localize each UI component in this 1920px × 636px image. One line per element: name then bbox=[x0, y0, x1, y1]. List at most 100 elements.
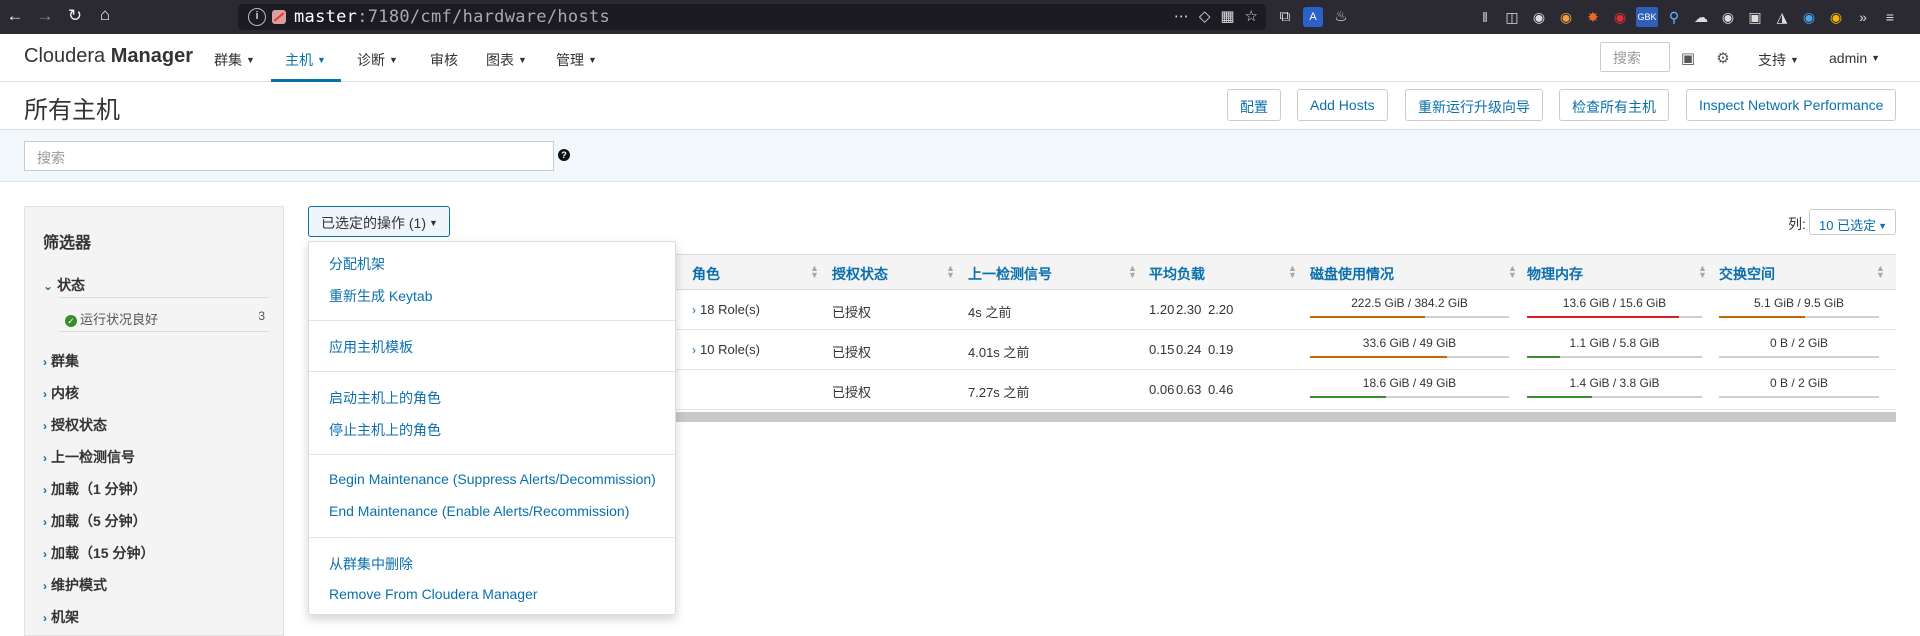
nav-administration[interactable]: 管理 ▼ bbox=[556, 50, 597, 70]
bar-fill bbox=[1719, 316, 1806, 318]
filter-section-cluster[interactable]: › 群集 bbox=[43, 351, 79, 371]
ext-box-icon[interactable]: ▣ bbox=[1744, 7, 1766, 27]
filter-section-load-15min[interactable]: › 加载（15 分钟） bbox=[43, 543, 154, 563]
running-commands-icon[interactable]: ⚙ bbox=[1714, 49, 1732, 67]
forward-icon[interactable]: → bbox=[30, 6, 60, 26]
menu-item-end-maintenance[interactable]: End Maintenance (Enable Alerts/Recommiss… bbox=[329, 503, 629, 519]
rerun-upgrade-wizard-button[interactable]: 重新运行升级向导 bbox=[1405, 89, 1543, 121]
filter-section-maintenance-mode[interactable]: › 维护模式 bbox=[43, 575, 107, 595]
menu-item-stop-roles[interactable]: 停止主机上的角色 bbox=[329, 420, 441, 440]
col-header-roles[interactable]: 角色 bbox=[692, 264, 720, 284]
account-icon[interactable]: ◉ bbox=[1528, 7, 1550, 27]
parcels-icon[interactable]: ▣ bbox=[1679, 49, 1697, 67]
nav-support[interactable]: 支持 ▼ bbox=[1758, 50, 1799, 70]
insecure-lock-icon[interactable] bbox=[272, 10, 286, 24]
physical-memory-text: 1.1 GiB / 5.8 GiB bbox=[1569, 336, 1660, 350]
sidebar-icon[interactable]: ◫ bbox=[1501, 7, 1523, 27]
nav-audits[interactable]: 审核 bbox=[430, 50, 458, 70]
filter-section-status[interactable]: ⌄ 状态 bbox=[43, 275, 85, 295]
qr-code-icon[interactable]: ▦ bbox=[1220, 7, 1234, 25]
global-search-input[interactable]: 搜索 bbox=[1600, 42, 1670, 72]
menu-item-assign-rack[interactable]: 分配机架 bbox=[329, 254, 385, 274]
filter-section-load-5min[interactable]: › 加载（5 分钟） bbox=[43, 511, 147, 531]
nav-diagnostics[interactable]: 诊断 ▼ bbox=[357, 50, 398, 70]
sort-icon[interactable]: ▲ ▼ bbox=[1288, 264, 1297, 280]
caret-down-icon: ▼ bbox=[588, 55, 597, 65]
ext-color-icon[interactable]: ◉ bbox=[1825, 7, 1847, 27]
menu-item-apply-host-template[interactable]: 应用主机模板 bbox=[329, 337, 413, 357]
disk-usage-text: 33.6 GiB / 49 GiB bbox=[1362, 336, 1457, 350]
inspect-network-performance-button[interactable]: Inspect Network Performance bbox=[1686, 89, 1897, 121]
inspect-all-hosts-button[interactable]: 检查所有主机 bbox=[1559, 89, 1669, 121]
url-text[interactable]: master:7180/cmf/hardware/hosts bbox=[294, 7, 610, 27]
col-header-last-heartbeat[interactable]: 上一检测信号 bbox=[968, 264, 1052, 284]
col-header-load-average[interactable]: 平均负载 bbox=[1149, 264, 1205, 284]
pocket-icon[interactable]: ◇ bbox=[1199, 7, 1211, 25]
brand-logo[interactable]: Cloudera Manager bbox=[24, 45, 193, 68]
sort-icon[interactable]: ▲ ▼ bbox=[1128, 264, 1137, 280]
sort-icon[interactable]: ▲ ▼ bbox=[810, 264, 819, 280]
filter-section-load-1min[interactable]: › 加载（1 分钟） bbox=[43, 479, 147, 499]
chevron-right-icon: › bbox=[43, 355, 47, 369]
ext-cat-icon[interactable]: ◉ bbox=[1555, 7, 1577, 27]
cloud-icon[interactable]: ☁ bbox=[1690, 7, 1712, 27]
sort-icon[interactable]: ▲ ▼ bbox=[1508, 264, 1517, 280]
sort-icon[interactable]: ▲ ▼ bbox=[1876, 264, 1885, 280]
ext-gbk-icon[interactable]: GBK bbox=[1636, 7, 1658, 27]
nav-user-menu[interactable]: admin ▼ bbox=[1829, 50, 1880, 66]
col-header-swap-space[interactable]: 交换空间 bbox=[1719, 264, 1775, 284]
filter-section-last-heartbeat[interactable]: › 上一检测信号 bbox=[43, 447, 135, 467]
host-search-input[interactable]: 搜索 bbox=[24, 141, 554, 171]
help-icon[interactable]: ? bbox=[558, 149, 570, 161]
last-heartbeat-cell: 4.01s 之前 bbox=[968, 345, 1030, 360]
filter-section-rack[interactable]: › 机架 bbox=[43, 607, 79, 627]
ext-fox-icon[interactable]: ✸ bbox=[1582, 7, 1604, 27]
commission-state-cell: 已授权 bbox=[832, 385, 872, 400]
menu-item-remove-from-cloudera-manager[interactable]: Remove From Cloudera Manager bbox=[329, 586, 538, 602]
extension-icon[interactable]: ♨ bbox=[1331, 7, 1351, 27]
columns-select-button[interactable]: 10 已选定 ▼ bbox=[1809, 209, 1896, 235]
roles-cell[interactable]: › 10 Role(s) bbox=[692, 342, 760, 357]
ext-pin-icon[interactable]: ◉ bbox=[1609, 7, 1631, 27]
col-header-physical-memory[interactable]: 物理内存 bbox=[1527, 264, 1583, 284]
screenshot-icon[interactable]: ⧉ bbox=[1275, 7, 1295, 27]
swap-space-bar: 0 B / 2 GiB bbox=[1719, 376, 1879, 398]
ext-hat-icon[interactable]: ◉ bbox=[1717, 7, 1739, 27]
url-bar[interactable]: i master:7180/cmf/hardware/hosts ⋯ ◇ ▦ ☆ bbox=[238, 4, 1266, 30]
menu-item-begin-maintenance[interactable]: Begin Maintenance (Suppress Alerts/Decom… bbox=[329, 471, 656, 487]
ext-globe-icon[interactable]: ◉ bbox=[1798, 7, 1820, 27]
physical-memory-text: 13.6 GiB / 15.6 GiB bbox=[1562, 296, 1667, 310]
menu-item-remove-from-cluster[interactable]: 从群集中删除 bbox=[329, 554, 413, 574]
back-icon[interactable]: ← bbox=[0, 6, 30, 26]
configuration-button[interactable]: 配置 bbox=[1227, 89, 1281, 121]
ext-shield-icon[interactable]: ◮ bbox=[1771, 7, 1793, 27]
menu-item-regenerate-keytab[interactable]: 重新生成 Keytab bbox=[329, 286, 432, 306]
bookmark-star-icon[interactable]: ☆ bbox=[1245, 7, 1258, 25]
nav-hosts[interactable]: 主机 ▼ bbox=[285, 50, 326, 70]
filter-section-commission-state[interactable]: › 授权状态 bbox=[43, 415, 107, 435]
col-header-commission-state[interactable]: 授权状态 bbox=[832, 264, 888, 284]
translate-icon[interactable]: A bbox=[1303, 7, 1323, 27]
overflow-menu-icon[interactable]: » bbox=[1852, 7, 1874, 27]
filter-section-cores[interactable]: › 内核 bbox=[43, 383, 79, 403]
search-icon[interactable]: ⚲ bbox=[1663, 7, 1685, 27]
info-icon[interactable]: i bbox=[248, 8, 266, 26]
menu-item-start-roles[interactable]: 启动主机上的角色 bbox=[329, 388, 441, 408]
more-actions-icon[interactable]: ⋯ bbox=[1174, 7, 1189, 25]
home-icon[interactable]: ⌂ bbox=[90, 5, 120, 25]
nav-clusters[interactable]: 群集 ▼ bbox=[214, 50, 255, 70]
sort-icon[interactable]: ▲ ▼ bbox=[1698, 264, 1707, 280]
last-heartbeat-cell: 4s 之前 bbox=[968, 305, 1012, 320]
selected-actions-button[interactable]: 已选定的操作 (1) ▼ bbox=[308, 206, 450, 237]
library-icon[interactable]: ‖ bbox=[1474, 7, 1496, 27]
roles-cell[interactable]: › 18 Role(s) bbox=[692, 302, 760, 317]
hamburger-menu-icon[interactable]: ≡ bbox=[1879, 7, 1901, 27]
reload-icon[interactable]: ↻ bbox=[60, 6, 90, 26]
nav-charts[interactable]: 图表 ▼ bbox=[486, 50, 527, 70]
sort-icon[interactable]: ▲ ▼ bbox=[946, 264, 955, 280]
columns-label: 列: bbox=[1788, 216, 1806, 232]
filter-item-good-health[interactable]: ✓ 运行状况良好 3 bbox=[65, 309, 265, 328]
col-header-disk-usage[interactable]: 磁盘使用情况 bbox=[1310, 264, 1394, 284]
add-hosts-button[interactable]: Add Hosts bbox=[1297, 89, 1388, 121]
page-title: 所有主机 bbox=[24, 97, 120, 124]
